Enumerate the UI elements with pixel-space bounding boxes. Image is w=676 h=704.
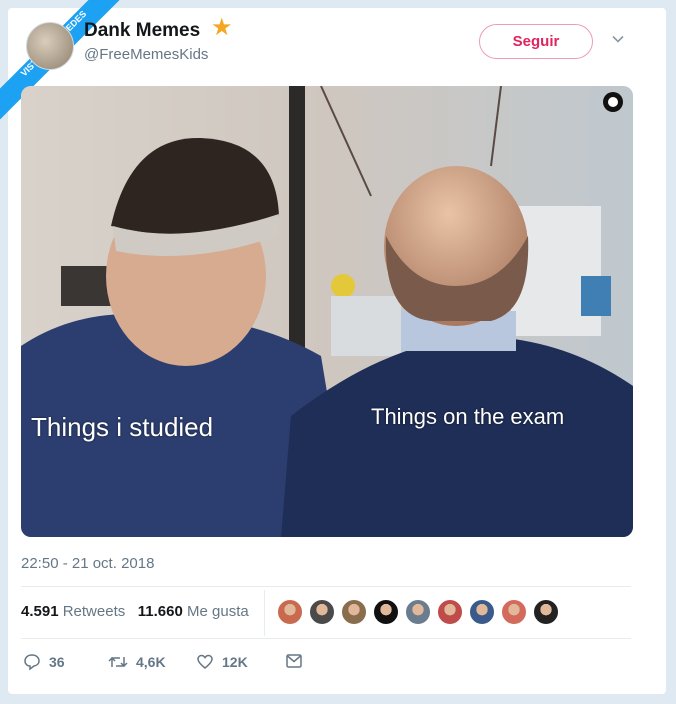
retweet-icon: [108, 656, 128, 668]
meme-photo: [21, 86, 633, 537]
tweet-timestamp[interactable]: 22:50 - 21 oct. 2018: [21, 555, 154, 572]
avatar[interactable]: [26, 22, 74, 70]
star-icon: ★: [211, 14, 233, 41]
retweet-label[interactable]: Retweets: [63, 603, 126, 620]
chevron-down-icon[interactable]: [611, 32, 625, 51]
like-action-count: 12K: [222, 654, 248, 670]
follow-button[interactable]: Seguir: [479, 24, 593, 59]
reply-button[interactable]: 36: [23, 653, 65, 671]
liker-avatar[interactable]: [340, 598, 368, 626]
liker-avatar[interactable]: [276, 598, 304, 626]
divider: [21, 586, 631, 587]
liker-avatar[interactable]: [468, 598, 496, 626]
meme-caption-right: Things on the exam: [371, 404, 565, 429]
user-display-name[interactable]: Dank Memes: [84, 20, 200, 42]
reply-count: 36: [49, 654, 65, 670]
message-button[interactable]: [285, 653, 311, 669]
retweet-button[interactable]: 4,6K: [108, 653, 166, 671]
liker-avatar[interactable]: [404, 598, 432, 626]
divider: [21, 638, 631, 639]
liker-avatar[interactable]: [308, 598, 336, 626]
user-handle[interactable]: @FreeMemesKids: [84, 46, 208, 63]
reply-icon: [24, 654, 40, 671]
liker-avatar[interactable]: [436, 598, 464, 626]
heart-icon: [197, 654, 213, 669]
liker-avatar[interactable]: [532, 598, 560, 626]
like-label[interactable]: Me gusta: [187, 603, 249, 620]
like-count[interactable]: 11.660: [138, 603, 183, 620]
divider-vertical: [264, 590, 265, 636]
liker-avatar[interactable]: [372, 598, 400, 626]
tweet-image[interactable]: Things i studied Things on the exam: [21, 86, 633, 537]
envelope-icon: [286, 654, 302, 668]
liker-avatar[interactable]: [500, 598, 528, 626]
retweet-count[interactable]: 4.591: [21, 603, 59, 620]
meme-caption-left: Things i studied: [31, 412, 214, 442]
retweet-action-count: 4,6K: [136, 654, 166, 670]
engagement-stats: 4.591 Retweets 11.660 Me gusta: [21, 603, 249, 620]
like-button[interactable]: 12K: [196, 653, 248, 671]
